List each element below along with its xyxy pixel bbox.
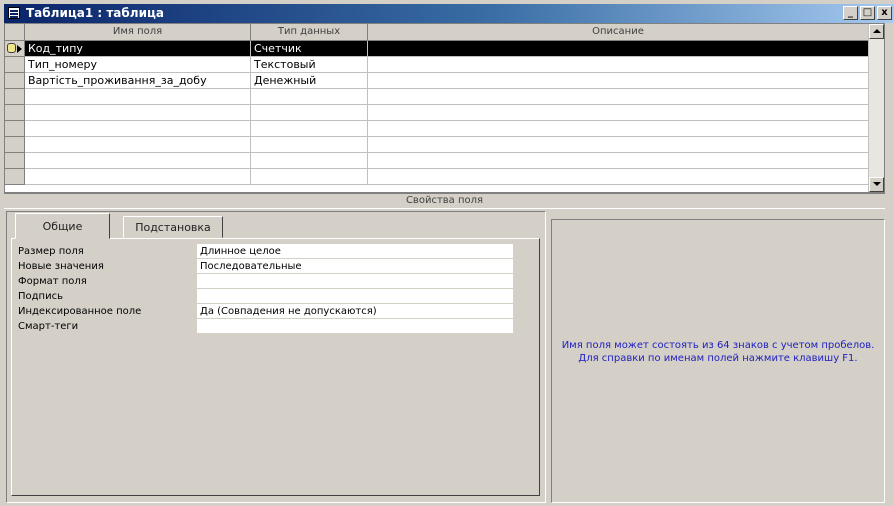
property-label: Смарт-теги bbox=[18, 321, 79, 332]
field-grid: Имя поля Тип данных Описание Код_типу Сче… bbox=[4, 23, 885, 193]
table-row[interactable] bbox=[5, 153, 884, 169]
description-cell[interactable] bbox=[368, 73, 869, 89]
property-value-field[interactable] bbox=[197, 319, 513, 334]
table-row[interactable]: Код_типу Счетчик bbox=[5, 41, 884, 57]
field-name-cell[interactable]: Тип_номеру bbox=[25, 57, 251, 73]
field-properties-bar: Свойства поля bbox=[4, 193, 885, 209]
data-type-cell[interactable]: Счетчик bbox=[251, 41, 368, 57]
table-row[interactable] bbox=[5, 169, 884, 185]
property-label: Подпись bbox=[18, 291, 63, 302]
data-type-cell[interactable] bbox=[251, 153, 368, 169]
property-label: Формат поля bbox=[18, 276, 87, 287]
table-row[interactable] bbox=[5, 105, 884, 121]
tab-general[interactable]: Общие bbox=[15, 213, 110, 239]
field-name-cell[interactable] bbox=[25, 89, 251, 105]
close-button[interactable]: x bbox=[877, 6, 892, 20]
tab-lookup[interactable]: Подстановка bbox=[123, 216, 223, 238]
table-row[interactable]: Вартість_проживання_за_добу Денежный bbox=[5, 73, 884, 89]
row-selector[interactable] bbox=[5, 89, 25, 105]
description-cell[interactable] bbox=[368, 57, 869, 73]
property-row: Индексированное поле Да (Совпадения не до… bbox=[18, 304, 513, 319]
column-header-data-type[interactable]: Тип данных bbox=[251, 24, 368, 40]
table-row[interactable] bbox=[5, 89, 884, 105]
row-selector[interactable] bbox=[5, 137, 25, 153]
property-label: Новые значения bbox=[18, 261, 104, 272]
row-selector[interactable] bbox=[5, 105, 25, 121]
row-selector[interactable] bbox=[5, 73, 25, 89]
maximize-button[interactable]: □ bbox=[860, 6, 875, 20]
description-cell[interactable] bbox=[368, 153, 869, 169]
row-selector[interactable] bbox=[5, 153, 25, 169]
data-type-cell[interactable] bbox=[251, 105, 368, 121]
row-selector[interactable] bbox=[5, 57, 25, 73]
description-cell[interactable] bbox=[368, 121, 869, 137]
field-name-cell[interactable] bbox=[25, 169, 251, 185]
property-value-field[interactable]: Последовательные bbox=[197, 259, 513, 274]
property-value-field[interactable] bbox=[197, 274, 513, 289]
property-value-field[interactable]: Да (Совпадения не допускаются) bbox=[197, 304, 513, 319]
field-name-cell[interactable] bbox=[25, 105, 251, 121]
property-label: Размер поля bbox=[18, 246, 84, 257]
row-selector[interactable] bbox=[5, 121, 25, 137]
header-corner bbox=[5, 24, 25, 40]
property-value-field[interactable] bbox=[197, 289, 513, 304]
description-cell[interactable] bbox=[368, 41, 869, 57]
column-header-description[interactable]: Описание bbox=[368, 24, 869, 40]
data-type-cell[interactable] bbox=[251, 137, 368, 153]
vertical-scrollbar[interactable] bbox=[868, 24, 884, 192]
table-icon bbox=[8, 7, 20, 19]
data-type-cell[interactable]: Текстовый bbox=[251, 57, 368, 73]
property-row: Формат поля bbox=[18, 274, 513, 289]
field-name-cell[interactable] bbox=[25, 137, 251, 153]
help-text: Имя поля может состоять из 64 знаков с у… bbox=[561, 340, 875, 364]
window-title: Таблица1 : таблица bbox=[26, 6, 164, 20]
row-selector[interactable] bbox=[5, 169, 25, 185]
description-cell[interactable] bbox=[368, 89, 869, 105]
scroll-up-button[interactable] bbox=[869, 24, 884, 39]
table-row[interactable]: Тип_номеру Текстовый bbox=[5, 57, 884, 73]
data-type-cell[interactable] bbox=[251, 121, 368, 137]
row-selector[interactable] bbox=[5, 41, 25, 57]
data-type-cell[interactable] bbox=[251, 89, 368, 105]
property-row: Смарт-теги bbox=[18, 319, 513, 334]
table-row[interactable] bbox=[5, 137, 884, 153]
field-name-cell[interactable]: Вартість_проживання_за_добу bbox=[25, 73, 251, 89]
column-header-field-name[interactable]: Имя поля bbox=[25, 24, 251, 40]
description-cell[interactable] bbox=[368, 105, 869, 121]
title-bar[interactable]: Таблица1 : таблица _ □ x bbox=[4, 4, 894, 23]
property-value-field[interactable]: Длинное целое bbox=[197, 244, 513, 259]
grid-header: Имя поля Тип данных Описание bbox=[5, 24, 884, 41]
property-label: Индексированное поле bbox=[18, 306, 142, 317]
description-cell[interactable] bbox=[368, 169, 869, 185]
description-cell[interactable] bbox=[368, 137, 869, 153]
field-name-cell[interactable] bbox=[25, 153, 251, 169]
data-type-cell[interactable] bbox=[251, 169, 368, 185]
current-row-arrow-icon bbox=[17, 45, 22, 53]
data-type-cell[interactable]: Денежный bbox=[251, 73, 368, 89]
field-name-cell[interactable]: Код_типу bbox=[25, 41, 251, 57]
property-row: Новые значения Последовательные bbox=[18, 259, 513, 274]
primary-key-icon bbox=[7, 43, 16, 53]
field-name-cell[interactable] bbox=[25, 121, 251, 137]
table-row[interactable] bbox=[5, 121, 884, 137]
property-row: Размер поля Длинное целое bbox=[18, 244, 513, 259]
minimize-button[interactable]: _ bbox=[843, 6, 858, 20]
property-row: Подпись bbox=[18, 289, 513, 304]
scroll-down-button[interactable] bbox=[869, 177, 884, 192]
